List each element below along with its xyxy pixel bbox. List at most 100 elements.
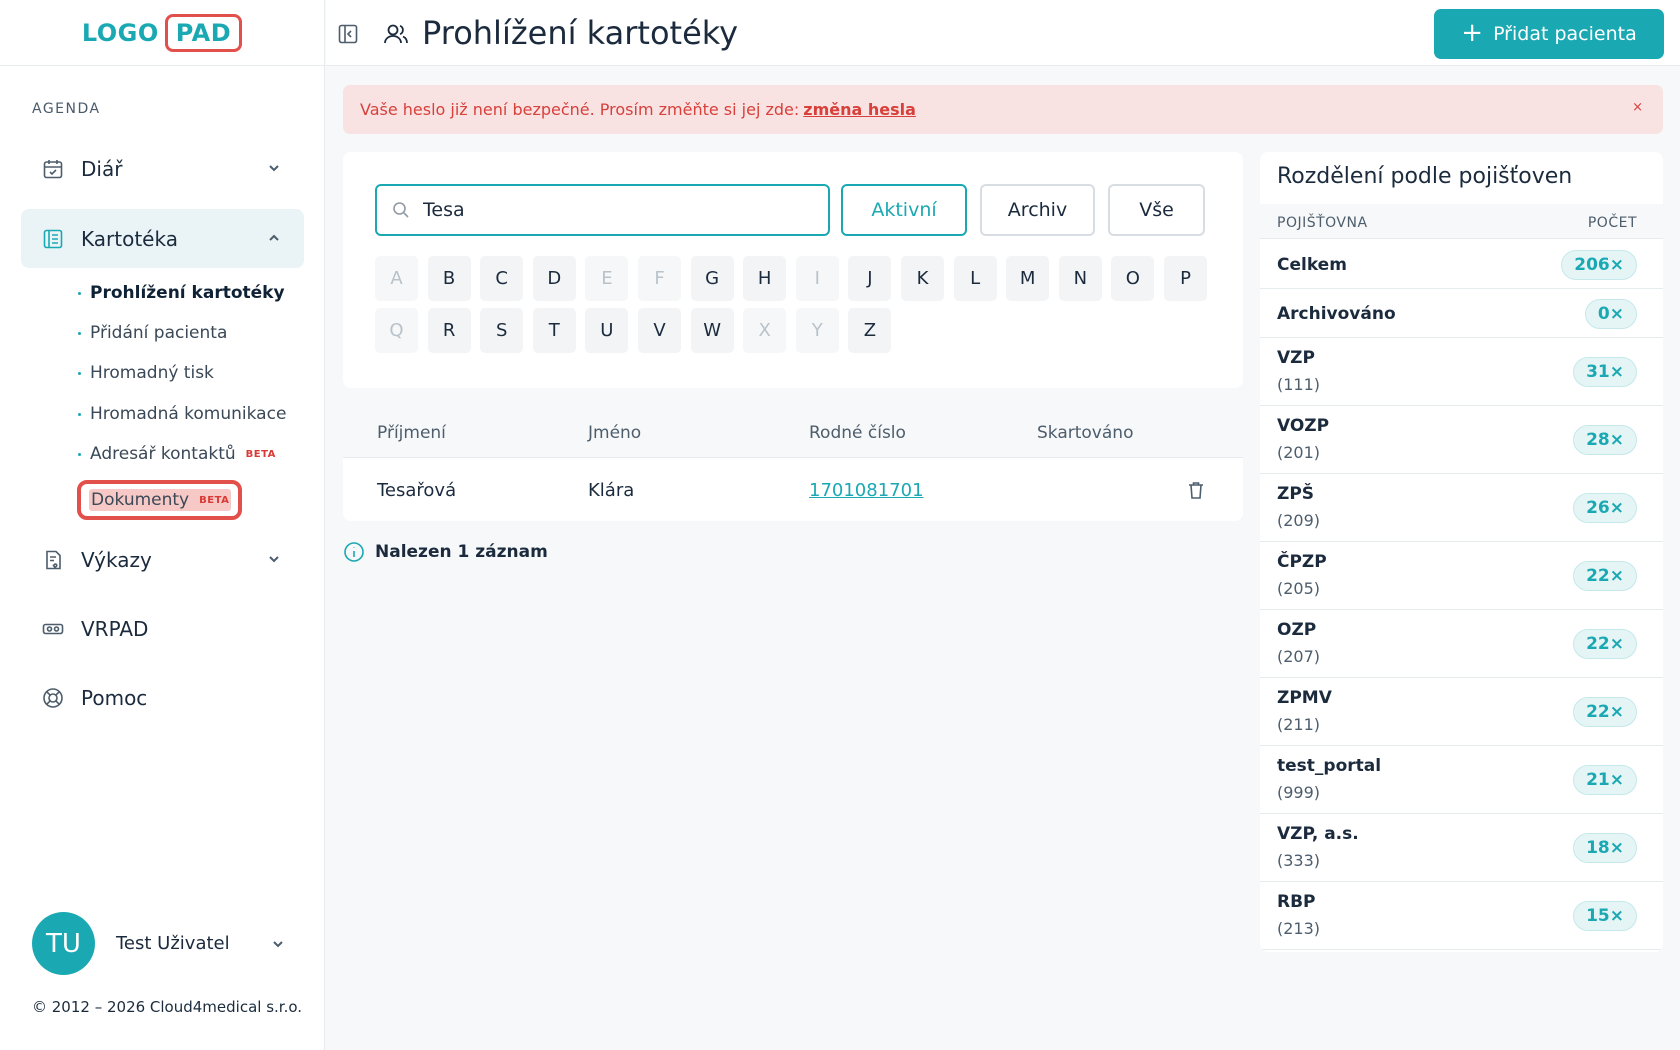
insurer-code: (201) — [1277, 443, 1321, 462]
sidebar-item-diar[interactable]: Diář — [21, 139, 304, 198]
letter-button[interactable]: N — [1058, 256, 1102, 301]
sidebar-subitem-pridani[interactable]: Přidání pacienta — [78, 323, 227, 343]
sidebar: LOGO PAD AGENDA Diář Kartotéka Prohlížen… — [0, 0, 325, 1050]
sidebar-item-label: Výkazy — [81, 547, 152, 572]
search-icon — [393, 202, 409, 218]
letter-button[interactable]: M — [1006, 256, 1050, 301]
alert-text: Vaše heslo již není bezpečné. Prosím změ… — [360, 100, 800, 119]
letter-button[interactable]: Q — [375, 308, 418, 353]
insurer-row: test_portal (999) 21× — [1260, 746, 1663, 814]
search-field[interactable] — [375, 184, 830, 236]
letter-button[interactable]: E — [585, 256, 629, 301]
insurer-name: Celkem — [1277, 255, 1347, 275]
letter-button[interactable]: K — [901, 256, 944, 301]
cell-name: Klára — [588, 480, 635, 501]
letter-button[interactable]: B — [427, 256, 471, 301]
letter-button[interactable]: P — [1164, 256, 1207, 301]
bullet-dot — [78, 452, 81, 456]
search-input[interactable] — [423, 199, 803, 221]
sidebar-item-vykazy[interactable]: Výkazy — [21, 530, 304, 589]
cell-surname: Tesařová — [377, 480, 457, 501]
insurer-count-badge: 31× — [1573, 357, 1637, 387]
filter-archive-button[interactable]: Archiv — [980, 184, 1095, 236]
letter-button[interactable]: F — [638, 256, 681, 301]
insurer-count-badge: 21× — [1573, 765, 1637, 795]
insurer-count-badge: 15× — [1573, 901, 1637, 931]
sidebar-subitem-dokumenty[interactable]: Dokumenty BETA — [89, 489, 231, 511]
letter-button[interactable]: W — [690, 308, 734, 353]
letter-button[interactable]: X — [743, 308, 787, 353]
insurer-name: VZP, a.s. — [1277, 824, 1359, 844]
insurer-name: ZPŠ — [1277, 484, 1315, 504]
sidebar-subitem-hromadna-komunikace[interactable]: Hromadná komunikace — [78, 404, 286, 424]
sidebar-item-label: Pomoc — [81, 685, 148, 710]
letter-button[interactable]: H — [743, 256, 787, 301]
letter-button[interactable]: U — [585, 308, 629, 353]
column-header-surname[interactable]: Příjmení — [377, 423, 446, 443]
insurer-name: RBP — [1277, 892, 1316, 912]
sidebar-item-pomoc[interactable]: Pomoc — [21, 668, 304, 727]
sidebar-item-vrpad[interactable]: VRPAD — [21, 599, 304, 658]
insurer-name: ZPMV — [1277, 688, 1332, 708]
letter-button[interactable]: D — [532, 256, 576, 301]
insurer-code: (205) — [1277, 579, 1321, 598]
user-menu[interactable]: TU Test Uživatel — [32, 912, 286, 975]
letter-button[interactable]: Y — [795, 308, 839, 353]
sidebar-subitem-hromadny-tisk[interactable]: Hromadný tisk — [78, 363, 214, 383]
sidebar-collapse-icon[interactable] — [336, 22, 360, 46]
logo-left-text: LOGO — [81, 18, 159, 47]
letter-button[interactable]: C — [480, 256, 524, 301]
table-header: Příjmení Jméno Rodné číslo Skartováno — [343, 406, 1243, 458]
insurer-code: (111) — [1277, 375, 1321, 394]
letter-button[interactable]: Z — [848, 308, 892, 353]
column-header-name[interactable]: Jméno — [588, 423, 641, 443]
insurer-code: (333) — [1277, 851, 1321, 870]
column-header-shredded[interactable]: Skartováno — [1037, 423, 1133, 443]
letter-button[interactable]: V — [638, 308, 681, 353]
insurer-count-badge: 206× — [1561, 249, 1637, 280]
insurer-code: (211) — [1277, 715, 1321, 734]
change-password-link[interactable]: změna hesla — [803, 100, 916, 119]
filter-all-button[interactable]: Vše — [1108, 184, 1205, 236]
sidebar-item-kartoteka[interactable]: Kartotéka — [21, 209, 304, 268]
cell-birth-number-link[interactable]: 1701081701 — [809, 480, 924, 501]
logo-right-text: PAD — [164, 13, 243, 52]
insurers-card: Rozdělení podle pojišťoven POJIŠŤOVNA PO… — [1260, 152, 1663, 952]
close-icon[interactable]: × — [1632, 100, 1643, 115]
search-card: Aktivní Archiv Vše ABCDEFGHIJKLMNOP QRSTU… — [343, 152, 1243, 388]
logo[interactable]: LOGO PAD — [81, 13, 243, 52]
letter-button[interactable]: R — [427, 308, 471, 353]
letter-button[interactable]: L — [953, 256, 997, 301]
insurer-row: VZP (111) 31× — [1260, 338, 1663, 406]
letter-button[interactable]: S — [480, 308, 524, 353]
chevron-down-icon — [269, 165, 279, 172]
letter-button[interactable]: G — [690, 256, 734, 301]
insurer-row: ČPZP (205) 22× — [1260, 542, 1663, 610]
insurer-code: (999) — [1277, 783, 1321, 802]
sidebar-subitem-prohlizeni[interactable]: Prohlížení kartotéky — [78, 283, 285, 303]
chevron-down-icon — [272, 940, 283, 947]
letter-button[interactable]: T — [532, 308, 576, 353]
trash-icon[interactable] — [1185, 479, 1207, 501]
info-icon — [344, 542, 364, 562]
filter-active-button[interactable]: Aktivní — [841, 184, 967, 236]
bullet-dot — [78, 291, 81, 295]
letter-button[interactable]: A — [375, 256, 418, 301]
column-header-birth-number[interactable]: Rodné číslo — [809, 423, 906, 443]
table-row[interactable]: Tesařová Klára 1701081701 — [343, 459, 1243, 521]
letter-button[interactable]: I — [795, 256, 839, 301]
insurer-row: RBP (213) 15× — [1260, 882, 1663, 950]
column-header-insurer: POJIŠŤOVNA — [1277, 215, 1368, 231]
insurer-row: VZP, a.s. (333) 18× — [1260, 814, 1663, 882]
vr-headset-icon — [41, 617, 65, 641]
sidebar-subitem-label: Hromadná komunikace — [90, 404, 287, 424]
add-patient-button[interactable]: + Přidat pacienta — [1434, 9, 1664, 59]
logo-area: LOGO PAD — [0, 0, 324, 66]
letter-button[interactable]: J — [848, 256, 892, 301]
insurer-code: (207) — [1277, 647, 1321, 666]
insurer-row: Celkem 206× — [1260, 240, 1663, 289]
sidebar-subitem-label: Přidání pacienta — [90, 323, 228, 343]
letter-button[interactable]: O — [1111, 256, 1155, 301]
report-icon — [41, 548, 65, 572]
sidebar-subitem-adresar[interactable]: Adresář kontaktů BETA — [78, 444, 276, 464]
